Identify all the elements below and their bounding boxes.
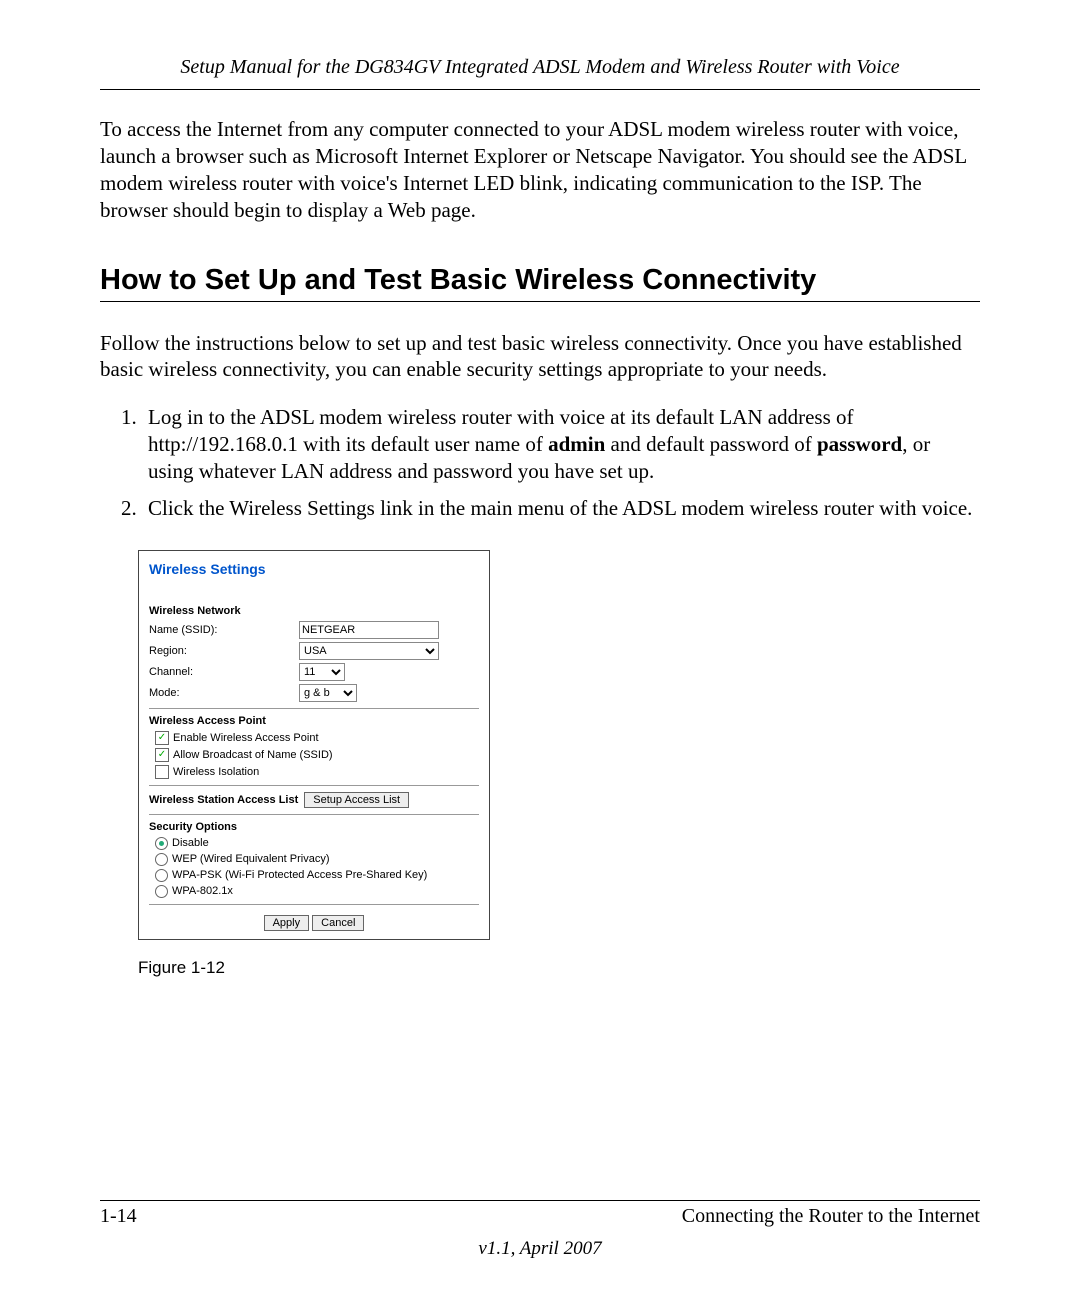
router-panel: Wireless Settings Wireless Network Name … bbox=[138, 550, 490, 940]
wep-radio[interactable] bbox=[155, 853, 168, 866]
disable-radio[interactable] bbox=[155, 837, 168, 850]
wpa802-label: WPA-802.1x bbox=[172, 885, 233, 897]
access-point-head: Wireless Access Point bbox=[149, 715, 479, 727]
disable-label: Disable bbox=[172, 837, 209, 849]
wpa802-radio[interactable] bbox=[155, 885, 168, 898]
wep-label: WEP (Wired Equivalent Privacy) bbox=[172, 853, 330, 865]
follow-paragraph: Follow the instructions below to set up … bbox=[100, 330, 980, 384]
step-1: Log in to the ADSL modem wireless router… bbox=[142, 404, 980, 485]
doc-header: Setup Manual for the DG834GV Integrated … bbox=[100, 56, 980, 90]
step-1-text-c: and default password of bbox=[605, 432, 817, 456]
panel-title: Wireless Settings bbox=[149, 561, 479, 577]
intro-paragraph: To access the Internet from any computer… bbox=[100, 116, 980, 224]
mode-label: Mode: bbox=[149, 687, 299, 699]
wpapsk-label: WPA-PSK (Wi-Fi Protected Access Pre-Shar… bbox=[172, 869, 427, 881]
setup-access-list-button[interactable]: Setup Access List bbox=[304, 792, 409, 808]
version-info: v1.1, April 2007 bbox=[100, 1238, 980, 1260]
channel-label: Channel: bbox=[149, 666, 299, 678]
access-list-head: Wireless Station Access List bbox=[149, 794, 298, 806]
step-1-password: password bbox=[817, 432, 902, 456]
broadcast-label: Allow Broadcast of Name (SSID) bbox=[173, 749, 333, 761]
wpapsk-radio[interactable] bbox=[155, 869, 168, 882]
ssid-input[interactable] bbox=[299, 621, 439, 639]
isolation-checkbox[interactable] bbox=[155, 765, 169, 779]
enable-ap-checkbox[interactable]: ✓ bbox=[155, 731, 169, 745]
section-heading: How to Set Up and Test Basic Wireless Co… bbox=[100, 264, 980, 302]
security-options-head: Security Options bbox=[149, 821, 479, 833]
broadcast-checkbox[interactable]: ✓ bbox=[155, 748, 169, 762]
figure-caption: Figure 1-12 bbox=[138, 958, 980, 978]
isolation-label: Wireless Isolation bbox=[173, 766, 259, 778]
channel-select[interactable]: 11 bbox=[299, 663, 345, 681]
mode-select[interactable]: g & b bbox=[299, 684, 357, 702]
region-select[interactable]: USA bbox=[299, 642, 439, 660]
cancel-button[interactable]: Cancel bbox=[312, 915, 364, 931]
page-number: 1-14 bbox=[100, 1205, 137, 1228]
enable-ap-label: Enable Wireless Access Point bbox=[173, 732, 319, 744]
step-1-admin: admin bbox=[548, 432, 605, 456]
wireless-network-head: Wireless Network bbox=[149, 605, 479, 617]
step-2: Click the Wireless Settings link in the … bbox=[142, 495, 980, 522]
ssid-label: Name (SSID): bbox=[149, 624, 299, 636]
chapter-title: Connecting the Router to the Internet bbox=[682, 1205, 980, 1228]
apply-button[interactable]: Apply bbox=[264, 915, 310, 931]
region-label: Region: bbox=[149, 645, 299, 657]
